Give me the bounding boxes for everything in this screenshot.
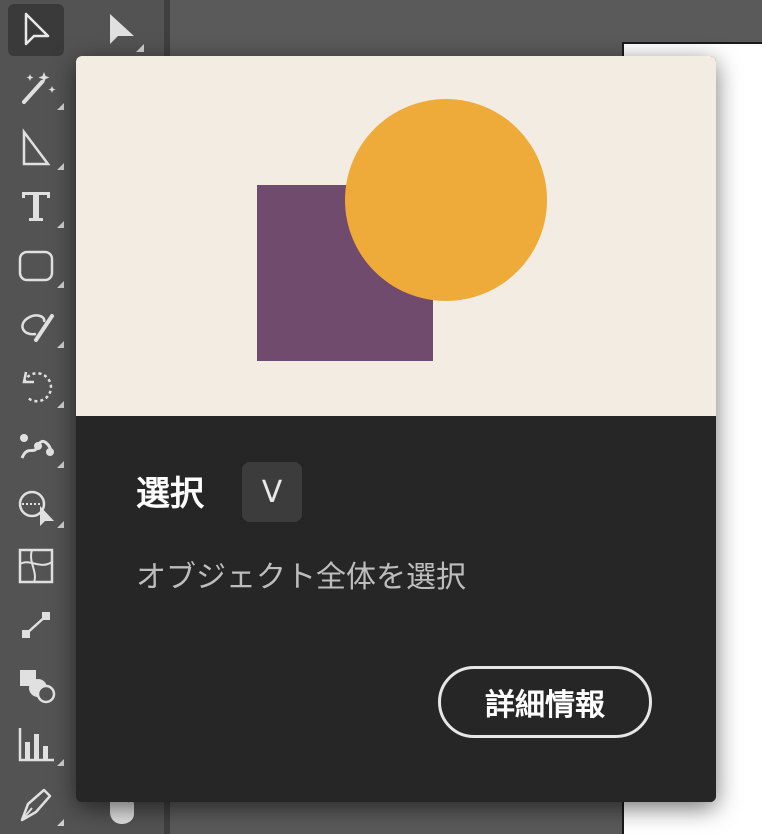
shaper-tool[interactable] xyxy=(8,300,64,352)
blend-icon xyxy=(22,612,50,638)
column-graph-icon xyxy=(18,728,54,762)
shortcut-key-badge: V xyxy=(242,462,302,522)
direct-selection-arrow-icon xyxy=(110,14,144,52)
direct-selection-tool[interactable] xyxy=(94,4,150,56)
type-icon xyxy=(22,192,50,221)
rounded-rectangle-icon xyxy=(18,250,54,282)
mesh-tool[interactable] xyxy=(8,540,64,592)
puppet-warp-tool[interactable] xyxy=(8,420,64,472)
tool-tip-popover: 選択 V オブジェクト全体を選択 詳細情報 xyxy=(76,56,716,802)
mesh-icon xyxy=(18,548,54,584)
shape-builder-tool[interactable] xyxy=(8,480,64,532)
learn-more-button[interactable]: 詳細情報 xyxy=(438,666,652,738)
tool-tip-title: 選択 xyxy=(136,474,204,514)
live-paint-tool[interactable] xyxy=(8,658,64,710)
type-tool[interactable] xyxy=(8,180,64,232)
pen-icon xyxy=(20,788,52,822)
rectangle-tool[interactable] xyxy=(8,240,64,292)
pen-tool[interactable] xyxy=(8,778,64,830)
rotate-icon xyxy=(22,371,53,403)
tools-panel xyxy=(0,0,74,834)
puppet-warp-icon xyxy=(20,434,54,459)
preview-circle xyxy=(345,99,547,301)
shaper-icon xyxy=(21,314,54,342)
magic-wand-icon xyxy=(22,72,56,104)
column-graph-tool[interactable] xyxy=(8,718,64,770)
tool-tip-description: オブジェクト全体を選択 xyxy=(136,560,466,595)
tool-tip-info: 選択 V オブジェクト全体を選択 詳細情報 xyxy=(76,416,716,802)
selection-arrow-icon xyxy=(24,12,50,46)
rotate-tool[interactable] xyxy=(8,360,64,412)
line-segment-tool[interactable] xyxy=(8,122,64,174)
shape-builder-icon xyxy=(18,490,54,526)
blend-tool[interactable] xyxy=(8,600,64,652)
selection-tool[interactable] xyxy=(8,4,64,56)
magic-wand-tool[interactable] xyxy=(8,62,64,114)
line-segment-icon xyxy=(22,128,51,166)
live-paint-icon xyxy=(20,670,56,704)
tool-preview-illustration xyxy=(76,56,716,416)
